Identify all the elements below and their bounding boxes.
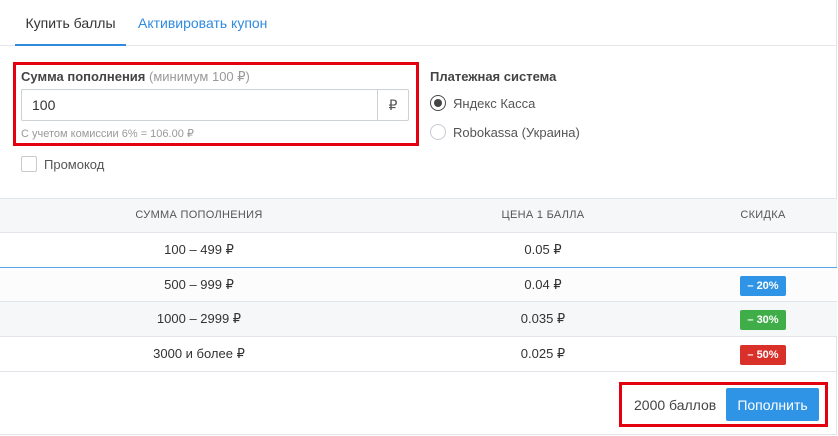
header-discount: СКИДКА	[740, 209, 786, 221]
promo-checkbox[interactable]	[21, 156, 37, 172]
header-price: ЦЕНА 1 БАЛЛА	[501, 209, 585, 221]
table-row: 1000 – 2999 ₽ 0.035 ₽ – 30%	[0, 302, 837, 337]
cell-price: 0.04 ₽	[524, 277, 562, 292]
header-amount: СУММА ПОПОЛНЕНИЯ	[135, 209, 263, 221]
table-row: 3000 и более ₽ 0.025 ₽ – 50%	[0, 337, 837, 372]
cell-discount: – 50%	[688, 337, 838, 371]
tab-buy-points[interactable]: Купить баллы	[15, 0, 126, 46]
table-row: 500 – 999 ₽ 0.04 ₽ – 20%	[0, 267, 837, 302]
amount-minimum-hint: (минимум 100 ₽)	[149, 69, 250, 84]
cell-range: 100 – 499 ₽	[164, 242, 234, 257]
topup-button[interactable]: Пополнить	[726, 388, 819, 421]
cell-discount: – 20%	[688, 268, 838, 302]
cell-price: 0.05 ₽	[524, 242, 562, 257]
amount-label-text: Сумма пополнения	[21, 69, 146, 84]
amount-input[interactable]	[21, 89, 378, 121]
discount-badge: – 20%	[740, 275, 786, 296]
cell-range: 500 – 999 ₽	[164, 277, 234, 292]
radio-yandex-kassa[interactable]	[430, 95, 446, 111]
discount-badge: – 30%	[740, 309, 786, 330]
cell-discount	[688, 233, 838, 267]
table-row: 100 – 499 ₽ 0.05 ₽	[0, 233, 837, 268]
cell-discount: – 30%	[688, 302, 838, 336]
amount-label: Сумма пополнения (минимум 100 ₽)	[21, 69, 250, 85]
buy-points-panel: Купить баллы Активировать купон Сумма по…	[0, 0, 837, 435]
radio-robokassa[interactable]	[430, 124, 446, 140]
radio-label-robokassa[interactable]: Robokassa (Украина)	[453, 125, 580, 140]
tab-bar: Купить баллы Активировать купон	[0, 0, 837, 46]
cell-price: 0.035 ₽	[520, 311, 566, 326]
table-header: СУММА ПОПОЛНЕНИЯ ЦЕНА 1 БАЛЛА СКИДКА	[0, 198, 837, 233]
cell-range: 1000 – 2999 ₽	[156, 311, 242, 326]
radio-label-yandex-kassa[interactable]: Яндекс Касса	[453, 96, 535, 111]
commission-note: С учетом комиссии 6% = 106.00 ₽	[21, 128, 194, 140]
promo-label[interactable]: Промокод	[44, 157, 104, 172]
discount-badge: – 50%	[740, 344, 786, 365]
points-amount: 2000 баллов	[634, 397, 717, 413]
cell-price: 0.025 ₽	[520, 346, 566, 361]
tab-activate-coupon[interactable]: Активировать купон	[138, 0, 267, 46]
payment-system-title: Платежная система	[430, 69, 557, 84]
cell-range: 3000 и более ₽	[153, 346, 245, 361]
ruble-icon: ₽	[377, 89, 409, 121]
